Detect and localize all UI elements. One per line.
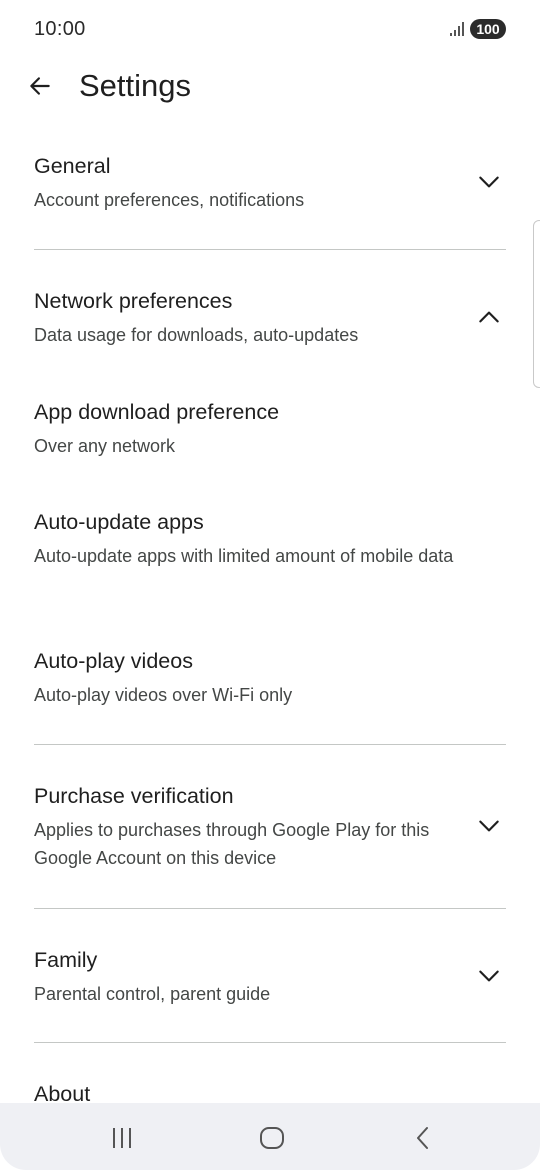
section-subtitle: Applies to purchases through Google Play… xyxy=(34,820,430,868)
page-title: Settings xyxy=(79,68,192,103)
setting-auto-play-videos[interactable]: Auto-play videos Auto-play videos over W… xyxy=(34,647,506,709)
status-time: 10:00 xyxy=(34,18,86,40)
divider xyxy=(34,249,506,250)
section-title: Network preferences xyxy=(34,289,233,313)
status-bar: 10:00 100 xyxy=(0,0,540,60)
chevron-down-icon xyxy=(479,820,499,832)
expand-family-button[interactable] xyxy=(474,961,504,991)
divider xyxy=(34,908,506,909)
section-subtitle: Parental control, parent guide xyxy=(34,984,271,1004)
chevron-up-icon xyxy=(479,311,499,323)
setting-subtitle: Auto-play videos over Wi-Fi only xyxy=(34,685,293,705)
arrow-back-icon xyxy=(30,77,50,95)
divider xyxy=(34,744,506,745)
section-family[interactable]: Family Parental control, parent guide xyxy=(34,946,506,1008)
system-navigation-bar xyxy=(0,1103,540,1170)
section-title: General xyxy=(34,154,111,178)
section-subtitle: Data usage for downloads, auto-updates xyxy=(34,325,359,345)
section-purchase-verification[interactable]: Purchase verification Applies to purchas… xyxy=(34,782,506,872)
chevron-down-icon xyxy=(479,970,499,982)
home-button[interactable] xyxy=(252,1123,292,1153)
collapse-network-button[interactable] xyxy=(474,302,504,332)
setting-title: Auto-update apps xyxy=(34,510,204,534)
expand-purchase-button[interactable] xyxy=(474,811,504,841)
recents-icon xyxy=(113,1128,131,1148)
setting-subtitle: Over any network xyxy=(34,436,176,456)
section-title: Purchase verification xyxy=(34,784,234,808)
section-network-preferences[interactable]: Network preferences Data usage for downl… xyxy=(34,287,506,349)
setting-app-download-preference[interactable]: App download preference Over any network xyxy=(34,398,506,460)
chevron-down-icon xyxy=(479,176,499,188)
back-icon xyxy=(417,1127,428,1149)
setting-title: Auto-play videos xyxy=(34,649,193,673)
system-back-button[interactable] xyxy=(404,1123,444,1153)
signal-icon xyxy=(450,22,464,36)
section-general[interactable]: General Account preferences, notificatio… xyxy=(34,152,506,214)
expand-general-button[interactable] xyxy=(474,167,504,197)
setting-auto-update-apps[interactable]: Auto-update apps Auto-update apps with l… xyxy=(34,508,506,570)
recents-button[interactable] xyxy=(102,1123,142,1153)
back-button[interactable] xyxy=(20,66,60,106)
section-subtitle: Account preferences, notifications xyxy=(34,190,305,210)
setting-title: App download preference xyxy=(34,400,280,424)
home-icon xyxy=(260,1127,284,1149)
divider xyxy=(34,1042,506,1043)
section-title: Family xyxy=(34,948,98,972)
screen: 10:00 100 Settings General Account prefe… xyxy=(0,0,540,1170)
setting-subtitle: Auto-update apps with limited amount of … xyxy=(34,546,454,566)
scroll-indicator[interactable] xyxy=(533,220,540,388)
battery-badge: 100 xyxy=(470,19,506,39)
top-app-bar: Settings xyxy=(0,56,540,116)
